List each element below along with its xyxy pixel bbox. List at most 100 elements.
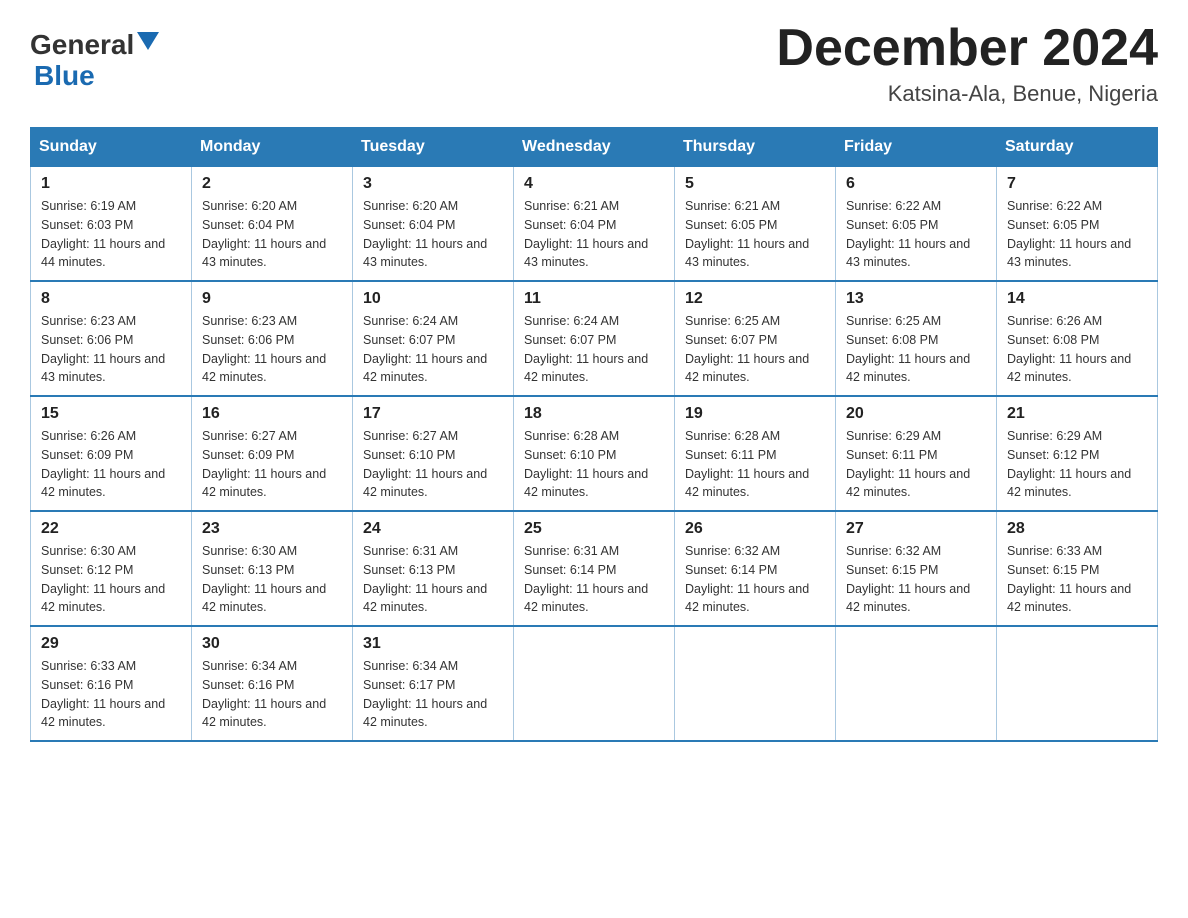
weekday-header-tuesday: Tuesday bbox=[353, 128, 514, 167]
calendar-cell: 29 Sunrise: 6:33 AMSunset: 6:16 PMDayligh… bbox=[31, 626, 192, 741]
weekday-header-wednesday: Wednesday bbox=[514, 128, 675, 167]
calendar-cell bbox=[675, 626, 836, 741]
day-info: Sunrise: 6:31 AMSunset: 6:14 PMDaylight:… bbox=[524, 542, 664, 617]
weekday-header-sunday: Sunday bbox=[31, 128, 192, 167]
day-number: 7 bbox=[1007, 175, 1147, 193]
day-info: Sunrise: 6:26 AMSunset: 6:09 PMDaylight:… bbox=[41, 427, 181, 502]
day-number: 18 bbox=[524, 405, 664, 423]
day-info: Sunrise: 6:22 AMSunset: 6:05 PMDaylight:… bbox=[1007, 197, 1147, 272]
day-number: 1 bbox=[41, 175, 181, 193]
day-info: Sunrise: 6:21 AMSunset: 6:04 PMDaylight:… bbox=[524, 197, 664, 272]
weekday-header-thursday: Thursday bbox=[675, 128, 836, 167]
calendar-cell: 11 Sunrise: 6:24 AMSunset: 6:07 PMDayligh… bbox=[514, 281, 675, 396]
calendar-cell bbox=[836, 626, 997, 741]
calendar-table: SundayMondayTuesdayWednesdayThursdayFrid… bbox=[30, 127, 1158, 742]
calendar-cell: 27 Sunrise: 6:32 AMSunset: 6:15 PMDayligh… bbox=[836, 511, 997, 626]
day-number: 27 bbox=[846, 520, 986, 538]
calendar-week-row: 29 Sunrise: 6:33 AMSunset: 6:16 PMDayligh… bbox=[31, 626, 1158, 741]
day-info: Sunrise: 6:30 AMSunset: 6:13 PMDaylight:… bbox=[202, 542, 342, 617]
day-number: 21 bbox=[1007, 405, 1147, 423]
day-info: Sunrise: 6:29 AMSunset: 6:11 PMDaylight:… bbox=[846, 427, 986, 502]
title-block: December 2024 Katsina-Ala, Benue, Nigeri… bbox=[776, 20, 1158, 107]
logo-blue-text: Blue bbox=[34, 61, 159, 92]
day-info: Sunrise: 6:23 AMSunset: 6:06 PMDaylight:… bbox=[41, 312, 181, 387]
day-info: Sunrise: 6:34 AMSunset: 6:17 PMDaylight:… bbox=[363, 657, 503, 732]
day-number: 9 bbox=[202, 290, 342, 308]
calendar-cell: 22Sunrise: 6:30 AMSunset: 6:12 PMDayligh… bbox=[31, 511, 192, 626]
calendar-cell: 5 Sunrise: 6:21 AMSunset: 6:05 PMDaylight… bbox=[675, 167, 836, 282]
day-number: 14 bbox=[1007, 290, 1147, 308]
day-number: 29 bbox=[41, 635, 181, 653]
day-number: 10 bbox=[363, 290, 503, 308]
weekday-header-friday: Friday bbox=[836, 128, 997, 167]
calendar-cell: 30 Sunrise: 6:34 AMSunset: 6:16 PMDayligh… bbox=[192, 626, 353, 741]
logo-triangle-icon bbox=[137, 32, 159, 54]
page-header: General Blue December 2024 Katsina-Ala, … bbox=[30, 20, 1158, 107]
weekday-header-saturday: Saturday bbox=[997, 128, 1158, 167]
calendar-cell: 17Sunrise: 6:27 AMSunset: 6:10 PMDayligh… bbox=[353, 396, 514, 511]
day-info: Sunrise: 6:32 AMSunset: 6:15 PMDaylight:… bbox=[846, 542, 986, 617]
calendar-cell: 4Sunrise: 6:21 AMSunset: 6:04 PMDaylight… bbox=[514, 167, 675, 282]
calendar-week-row: 8 Sunrise: 6:23 AMSunset: 6:06 PMDaylight… bbox=[31, 281, 1158, 396]
day-info: Sunrise: 6:21 AMSunset: 6:05 PMDaylight:… bbox=[685, 197, 825, 272]
day-info: Sunrise: 6:32 AMSunset: 6:14 PMDaylight:… bbox=[685, 542, 825, 617]
day-info: Sunrise: 6:24 AMSunset: 6:07 PMDaylight:… bbox=[363, 312, 503, 387]
day-number: 13 bbox=[846, 290, 986, 308]
day-number: 22 bbox=[41, 520, 181, 538]
day-info: Sunrise: 6:19 AMSunset: 6:03 PMDaylight:… bbox=[41, 197, 181, 272]
month-title: December 2024 bbox=[776, 20, 1158, 77]
day-info: Sunrise: 6:22 AMSunset: 6:05 PMDaylight:… bbox=[846, 197, 986, 272]
calendar-cell: 3Sunrise: 6:20 AMSunset: 6:04 PMDaylight… bbox=[353, 167, 514, 282]
day-number: 19 bbox=[685, 405, 825, 423]
calendar-cell: 16Sunrise: 6:27 AMSunset: 6:09 PMDayligh… bbox=[192, 396, 353, 511]
weekday-header-row: SundayMondayTuesdayWednesdayThursdayFrid… bbox=[31, 128, 1158, 167]
logo: General Blue bbox=[30, 30, 159, 92]
day-number: 11 bbox=[524, 290, 664, 308]
logo-general-text: General bbox=[30, 30, 134, 61]
calendar-cell: 6Sunrise: 6:22 AMSunset: 6:05 PMDaylight… bbox=[836, 167, 997, 282]
calendar-cell: 20 Sunrise: 6:29 AMSunset: 6:11 PMDayligh… bbox=[836, 396, 997, 511]
day-number: 15 bbox=[41, 405, 181, 423]
day-info: Sunrise: 6:20 AMSunset: 6:04 PMDaylight:… bbox=[363, 197, 503, 272]
day-info: Sunrise: 6:28 AMSunset: 6:11 PMDaylight:… bbox=[685, 427, 825, 502]
day-info: Sunrise: 6:28 AMSunset: 6:10 PMDaylight:… bbox=[524, 427, 664, 502]
day-number: 30 bbox=[202, 635, 342, 653]
calendar-cell: 12Sunrise: 6:25 AMSunset: 6:07 PMDayligh… bbox=[675, 281, 836, 396]
day-number: 17 bbox=[363, 405, 503, 423]
day-number: 31 bbox=[363, 635, 503, 653]
calendar-cell: 7 Sunrise: 6:22 AMSunset: 6:05 PMDaylight… bbox=[997, 167, 1158, 282]
calendar-cell: 31 Sunrise: 6:34 AMSunset: 6:17 PMDayligh… bbox=[353, 626, 514, 741]
day-info: Sunrise: 6:29 AMSunset: 6:12 PMDaylight:… bbox=[1007, 427, 1147, 502]
calendar-cell: 2 Sunrise: 6:20 AMSunset: 6:04 PMDaylight… bbox=[192, 167, 353, 282]
day-number: 5 bbox=[685, 175, 825, 193]
calendar-cell: 25 Sunrise: 6:31 AMSunset: 6:14 PMDayligh… bbox=[514, 511, 675, 626]
calendar-cell: 14 Sunrise: 6:26 AMSunset: 6:08 PMDayligh… bbox=[997, 281, 1158, 396]
weekday-header-monday: Monday bbox=[192, 128, 353, 167]
day-number: 23 bbox=[202, 520, 342, 538]
day-info: Sunrise: 6:27 AMSunset: 6:09 PMDaylight:… bbox=[202, 427, 342, 502]
calendar-cell: 21 Sunrise: 6:29 AMSunset: 6:12 PMDayligh… bbox=[997, 396, 1158, 511]
day-number: 12 bbox=[685, 290, 825, 308]
calendar-cell: 23 Sunrise: 6:30 AMSunset: 6:13 PMDayligh… bbox=[192, 511, 353, 626]
day-info: Sunrise: 6:33 AMSunset: 6:16 PMDaylight:… bbox=[41, 657, 181, 732]
calendar-cell: 13Sunrise: 6:25 AMSunset: 6:08 PMDayligh… bbox=[836, 281, 997, 396]
calendar-cell: 26 Sunrise: 6:32 AMSunset: 6:14 PMDayligh… bbox=[675, 511, 836, 626]
day-info: Sunrise: 6:20 AMSunset: 6:04 PMDaylight:… bbox=[202, 197, 342, 272]
calendar-cell bbox=[997, 626, 1158, 741]
day-info: Sunrise: 6:26 AMSunset: 6:08 PMDaylight:… bbox=[1007, 312, 1147, 387]
day-info: Sunrise: 6:34 AMSunset: 6:16 PMDaylight:… bbox=[202, 657, 342, 732]
day-number: 25 bbox=[524, 520, 664, 538]
calendar-cell: 10 Sunrise: 6:24 AMSunset: 6:07 PMDayligh… bbox=[353, 281, 514, 396]
day-number: 2 bbox=[202, 175, 342, 193]
day-number: 26 bbox=[685, 520, 825, 538]
calendar-cell: 18 Sunrise: 6:28 AMSunset: 6:10 PMDayligh… bbox=[514, 396, 675, 511]
calendar-week-row: 22Sunrise: 6:30 AMSunset: 6:12 PMDayligh… bbox=[31, 511, 1158, 626]
day-number: 20 bbox=[846, 405, 986, 423]
day-number: 28 bbox=[1007, 520, 1147, 538]
day-info: Sunrise: 6:24 AMSunset: 6:07 PMDaylight:… bbox=[524, 312, 664, 387]
location-text: Katsina-Ala, Benue, Nigeria bbox=[776, 81, 1158, 107]
calendar-cell: 24Sunrise: 6:31 AMSunset: 6:13 PMDayligh… bbox=[353, 511, 514, 626]
day-number: 8 bbox=[41, 290, 181, 308]
day-number: 24 bbox=[363, 520, 503, 538]
calendar-cell: 15 Sunrise: 6:26 AMSunset: 6:09 PMDayligh… bbox=[31, 396, 192, 511]
